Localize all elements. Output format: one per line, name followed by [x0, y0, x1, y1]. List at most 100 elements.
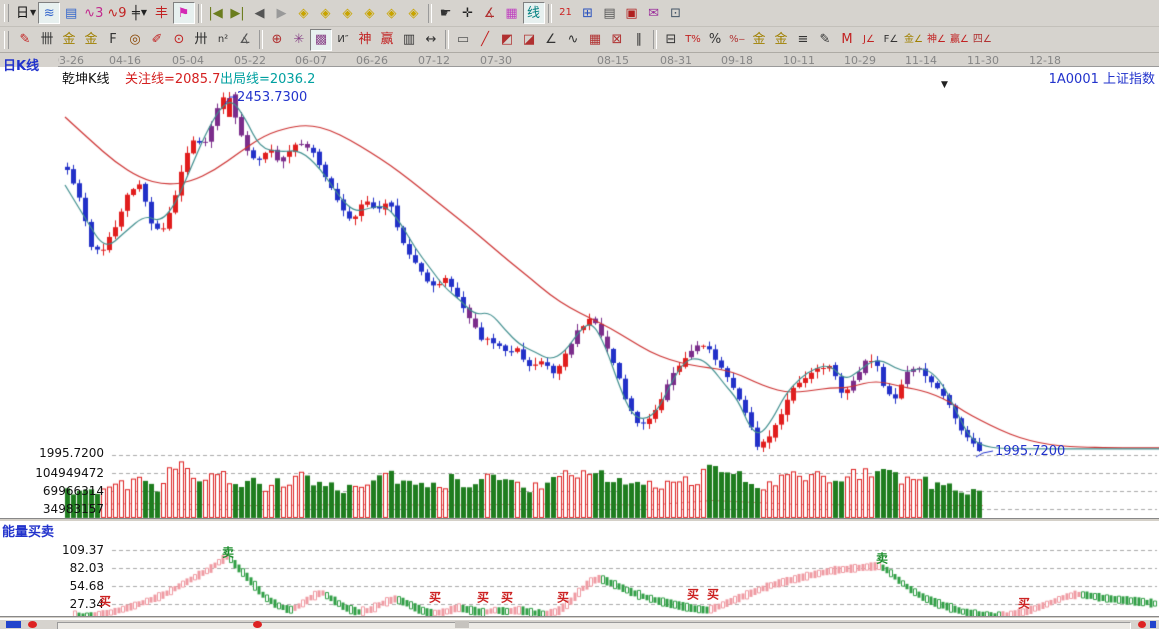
- calculator-button[interactable]: ⊞: [577, 2, 599, 24]
- gann-web-button[interactable]: ▩: [310, 29, 332, 51]
- send-mail-button[interactable]: ✉: [643, 2, 665, 24]
- n2-grid-icon: n²: [218, 35, 228, 45]
- info-panel-button[interactable]: ▤: [60, 2, 82, 24]
- quote-list-button[interactable]: ▤: [599, 2, 621, 24]
- zigzag-button[interactable]: ∿: [562, 29, 584, 51]
- n2-grid-button[interactable]: n²: [212, 29, 234, 51]
- period-daily-icon: 日: [16, 7, 29, 20]
- percent-button[interactable]: %: [704, 29, 726, 51]
- buy-signal-label: 买: [477, 589, 489, 606]
- pane-splitter-volume[interactable]: [0, 518, 1159, 522]
- four-angle-button[interactable]: 四∠: [971, 29, 994, 51]
- ink-pen-button[interactable]: ✎: [814, 29, 836, 51]
- chart-canvas[interactable]: [0, 0, 1159, 629]
- calendar-button[interactable]: 21: [555, 2, 577, 24]
- net-tool-button[interactable]: ▦: [501, 2, 523, 24]
- status-net-icon[interactable]: [1138, 621, 1146, 628]
- rect-tool-button[interactable]: ▭: [452, 29, 474, 51]
- line-chart-button[interactable]: 线: [523, 2, 545, 24]
- color-histogram-button[interactable]: ⚑: [173, 2, 195, 24]
- red-grid-button[interactable]: ▦: [584, 29, 606, 51]
- main-indicator-name[interactable]: 乾坤K线: [62, 68, 110, 87]
- gold-grid-up-button[interactable]: 金: [58, 29, 80, 51]
- gold-angle-button[interactable]: 金∠: [902, 29, 925, 51]
- status-alert-icon-2[interactable]: [253, 621, 262, 628]
- overlay-mode-button[interactable]: ≋: [38, 2, 60, 24]
- percent-line-button[interactable]: %‒: [726, 29, 748, 51]
- shen-angle-button[interactable]: 神∠: [925, 29, 948, 51]
- compress-kline-button[interactable]: 丰: [151, 2, 173, 24]
- shade-box-button[interactable]: ◪: [518, 29, 540, 51]
- toolbar-grip[interactable]: [4, 4, 9, 22]
- double-m-button[interactable]: M: [836, 29, 858, 51]
- ray-fan-button[interactable]: ╱: [474, 29, 496, 51]
- time-grid-button[interactable]: 卅: [190, 29, 212, 51]
- j-angle-button[interactable]: J∠: [858, 29, 880, 51]
- kline-pattern-3-button[interactable]: ∿3: [82, 2, 105, 24]
- print-button[interactable]: ⊡: [665, 2, 687, 24]
- toolbar-grip[interactable]: [4, 31, 9, 49]
- fan-box-button[interactable]: ◩: [496, 29, 518, 51]
- volume-axis-tick: 34983157: [0, 502, 104, 516]
- status-link-icon[interactable]: [1150, 621, 1156, 628]
- hand-tool-button[interactable]: ☛: [435, 2, 457, 24]
- next-page-button[interactable]: ▶: [271, 2, 293, 24]
- axis-position-marker[interactable]: ▼: [941, 80, 948, 90]
- gold-grid-down-button[interactable]: 金: [80, 29, 102, 51]
- diamond-expand-button[interactable]: ◈: [337, 2, 359, 24]
- win-grid-button[interactable]: 赢: [376, 29, 398, 51]
- spiral-button[interactable]: ◎: [124, 29, 146, 51]
- diamond-shrink-button[interactable]: ◈: [359, 2, 381, 24]
- gann-grid-button[interactable]: 卌: [36, 29, 58, 51]
- kline-pattern-9-button[interactable]: ∿9: [105, 2, 128, 24]
- angle-a-button[interactable]: ∡: [234, 29, 256, 51]
- diamond-left-button[interactable]: ◈: [293, 2, 315, 24]
- cycle-clock-button[interactable]: ⊙: [168, 29, 190, 51]
- prev-page-button[interactable]: ◀: [249, 2, 271, 24]
- first-page-button[interactable]: |◀: [205, 2, 227, 24]
- gold-circle-button[interactable]: 金: [748, 29, 770, 51]
- last-page-button[interactable]: ▶|: [227, 2, 249, 24]
- arrow-grid-button[interactable]: ⊠: [606, 29, 628, 51]
- diamond-up-button[interactable]: ◈: [381, 2, 403, 24]
- gann-star-button[interactable]: ✳: [288, 29, 310, 51]
- angle-a-icon: ∡: [239, 33, 251, 46]
- brush-button[interactable]: ✐: [146, 29, 168, 51]
- status-divider[interactable]: [455, 621, 469, 628]
- win-angle-button[interactable]: 赢∠: [948, 29, 971, 51]
- buy-signal-label: 买: [501, 589, 513, 606]
- draw-pen-button[interactable]: ✎: [14, 29, 36, 51]
- candle-style-dropdown[interactable]: ╪▼: [129, 2, 151, 24]
- save-button[interactable]: ▣: [621, 2, 643, 24]
- speed-line-button[interactable]: И″: [332, 29, 354, 51]
- parallel-lines-button[interactable]: ∥: [628, 29, 650, 51]
- cycle-clock-icon: ⊙: [174, 33, 185, 46]
- angle-tool-button[interactable]: ∡: [479, 2, 501, 24]
- f-angle-button[interactable]: F∠: [880, 29, 902, 51]
- diamond-down-button[interactable]: ◈: [403, 2, 425, 24]
- gann-circle-button[interactable]: ⊕: [266, 29, 288, 51]
- price-ruler-button[interactable]: ⊟: [660, 29, 682, 51]
- diamond-right-button[interactable]: ◈: [315, 2, 337, 24]
- indicator-axis-tick: 109.37: [0, 543, 104, 557]
- width-measure-button[interactable]: ↔: [420, 29, 442, 51]
- gann-star-icon: ✳: [294, 33, 305, 46]
- arrow-grid-icon: ⊠: [612, 33, 623, 46]
- three-line-button[interactable]: ≡: [792, 29, 814, 51]
- status-chart-icon[interactable]: [6, 621, 21, 628]
- pane-period-label[interactable]: 日K线: [3, 55, 39, 74]
- period-daily-dropdown[interactable]: 日▼: [14, 2, 38, 24]
- ruler-grid-button[interactable]: ▥: [398, 29, 420, 51]
- status-alert-icon-1[interactable]: [28, 621, 37, 628]
- symbol-label[interactable]: 1A0001 上证指数: [1049, 68, 1155, 87]
- shen-grid-button[interactable]: 神: [354, 29, 376, 51]
- sell-signal-label: 卖: [876, 550, 888, 567]
- gold-level-button[interactable]: 金: [770, 29, 792, 51]
- trend-angle-button[interactable]: ∠: [540, 29, 562, 51]
- crosshair-tool-button[interactable]: ✛: [457, 2, 479, 24]
- buy-signal-label: 买: [429, 589, 441, 606]
- t-percent-button[interactable]: T%: [682, 29, 704, 51]
- fib-grid-button[interactable]: F: [102, 29, 124, 51]
- indicator-pane-title[interactable]: 能量买卖: [2, 521, 54, 540]
- diamond-left-icon: ◈: [299, 7, 309, 20]
